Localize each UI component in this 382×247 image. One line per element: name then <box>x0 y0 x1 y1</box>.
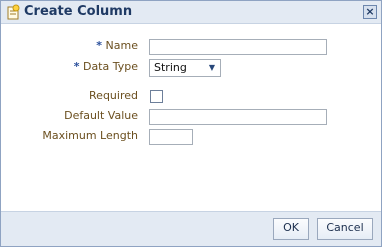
maximum-length-label: Maximum Length <box>42 129 138 142</box>
maximum-length-input[interactable] <box>149 129 193 145</box>
data-type-label: * Data Type <box>73 60 138 73</box>
default-value-input[interactable] <box>149 109 327 125</box>
data-type-select[interactable]: String ▼ <box>149 59 221 77</box>
close-icon: × <box>365 5 375 18</box>
close-button[interactable]: × <box>363 5 377 19</box>
required-label: Required <box>89 89 138 102</box>
name-input[interactable] <box>149 39 327 55</box>
chevron-down-icon: ▼ <box>208 63 216 72</box>
create-column-dialog: Create Column × * Name * Data Type Strin… <box>0 0 382 247</box>
add-column-icon <box>5 4 21 20</box>
ok-button[interactable]: OK <box>273 218 309 240</box>
required-checkbox[interactable] <box>150 90 163 103</box>
cancel-button[interactable]: Cancel <box>317 218 373 240</box>
required-marker: * <box>73 60 80 73</box>
dialog-footer: OK Cancel <box>1 211 381 246</box>
default-value-label: Default Value <box>64 109 138 122</box>
required-marker: * <box>96 39 103 52</box>
name-label: * Name <box>96 39 138 52</box>
data-type-selected-value: String <box>154 61 187 74</box>
dialog-titlebar: Create Column × <box>1 1 381 24</box>
dialog-title: Create Column <box>24 4 133 19</box>
